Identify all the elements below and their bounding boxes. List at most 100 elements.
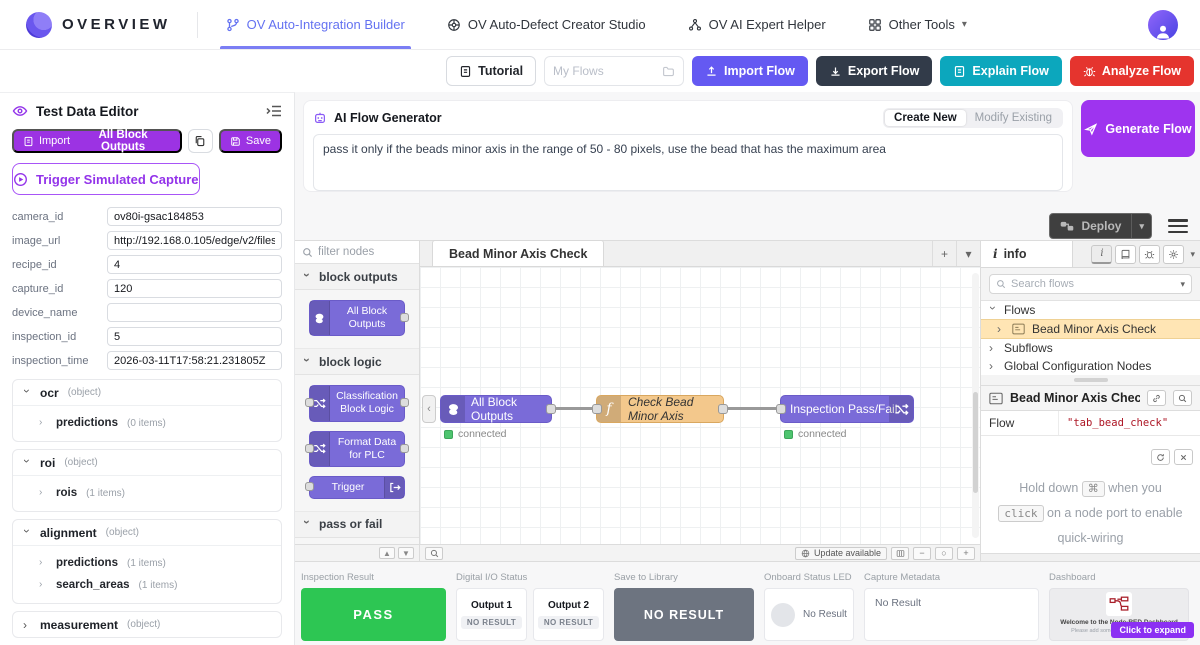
chevron-right-icon: › (23, 619, 31, 631)
copy-button[interactable] (188, 129, 213, 153)
chevron-right-icon: › (997, 323, 1005, 335)
my-flows-select[interactable] (544, 56, 684, 86)
tree-node-flows[interactable]: › Flows (981, 301, 1200, 319)
collapse-panel-icon[interactable] (266, 103, 282, 119)
output-port[interactable] (400, 398, 409, 407)
input-port[interactable] (305, 444, 314, 453)
tree-node-rois[interactable]: › rois (1 items) (13, 482, 281, 504)
image-url-field[interactable] (107, 231, 282, 250)
help-tab-button[interactable] (1115, 245, 1136, 264)
zoom-reset-button[interactable]: ○ (935, 547, 953, 560)
debug-tab-button[interactable] (1139, 245, 1160, 264)
output-port[interactable] (400, 313, 409, 322)
mode-modify-existing[interactable]: Modify Existing (966, 110, 1061, 126)
tutorial-button[interactable]: Tutorial (446, 56, 536, 86)
copy-link-button[interactable] (1147, 390, 1166, 406)
flow-list-caret[interactable]: ▾ (956, 241, 980, 266)
sidebar-tabs-caret[interactable]: ▾ (1190, 249, 1195, 260)
config-tab-button[interactable] (1163, 245, 1184, 264)
brand-name: OVERVIEW (62, 16, 171, 33)
input-port[interactable] (305, 482, 314, 491)
camera-id-field[interactable] (107, 207, 282, 226)
update-available-chip[interactable]: Update available (795, 547, 887, 560)
flow-canvas[interactable]: ‹ All Block Outputs connected f Check (420, 267, 980, 544)
save-button[interactable]: Save (219, 129, 282, 153)
mode-create-new[interactable]: Create New (885, 110, 966, 126)
zoom-out-button[interactable]: − (913, 547, 931, 560)
canvas-node-all-block-outputs[interactable]: All Block Outputs (440, 395, 552, 423)
chevron-right-icon: › (989, 342, 997, 354)
search-in-flow-button[interactable] (1173, 390, 1192, 406)
tab-ai-expert-helper[interactable]: OV AI Expert Helper (688, 0, 826, 49)
output-port[interactable] (400, 444, 409, 453)
inspection-id-field[interactable] (107, 327, 282, 346)
search-flows-box[interactable]: ▾ (989, 274, 1192, 294)
palette-node-format-data-for-plc[interactable]: Format Data for PLC (309, 431, 405, 467)
tab-auto-integration-builder[interactable]: OV Auto-Integration Builder (226, 0, 405, 49)
palette-category-pass-or-fail[interactable]: › pass or fail (295, 512, 419, 538)
flow-tab-bead-minor-axis-check[interactable]: Bead Minor Axis Check (432, 240, 604, 266)
navigator-button[interactable] (891, 547, 909, 560)
output-port[interactable] (718, 404, 728, 414)
tab-info[interactable]: i info (981, 241, 1073, 267)
input-port[interactable] (776, 404, 786, 414)
tree-node-alignment[interactable]: › alignment (object) (13, 520, 281, 545)
explain-flow-button[interactable]: Explain Flow (940, 56, 1061, 86)
deploy-button[interactable]: Deploy ▾ (1049, 213, 1152, 239)
import-block-outputs-button[interactable]: Import All Block Outputs (12, 129, 182, 153)
refresh-tip-button[interactable] (1151, 449, 1170, 465)
add-flow-button[interactable]: + (932, 241, 956, 266)
output-port[interactable] (546, 404, 556, 414)
recipe-id-field[interactable] (107, 255, 282, 274)
info-tab-button[interactable]: i (1091, 245, 1112, 264)
palette-node-classification-block-logic[interactable]: Classification Block Logic (309, 385, 405, 421)
filter-nodes-input[interactable] (318, 246, 398, 258)
tree-node-search-areas[interactable]: › search_areas (1 items) (13, 574, 281, 596)
export-flow-button[interactable]: Export Flow (816, 56, 933, 86)
tree-node-roi[interactable]: › roi (object) (13, 450, 281, 475)
palette-node-trigger[interactable]: Trigger (309, 476, 405, 499)
trigger-simulated-capture-button[interactable]: Trigger Simulated Capture (12, 163, 200, 195)
palette-category-block-logic[interactable]: › block logic (295, 349, 419, 375)
tree-node-ocr-predictions[interactable]: › predictions (0 items) (13, 412, 281, 434)
tree-node-ocr[interactable]: › ocr (object) (13, 380, 281, 405)
main-menu-button[interactable] (1168, 219, 1188, 233)
palette-filter[interactable] (295, 241, 419, 264)
generate-flow-button[interactable]: Generate Flow (1081, 100, 1195, 157)
tree-node-measurement[interactable]: › measurement (object) (13, 612, 281, 637)
search-flows-button[interactable] (425, 547, 443, 560)
document-icon (459, 65, 472, 78)
canvas-node-check-bead-minor-axis[interactable]: f Check Bead Minor Axis (596, 395, 724, 423)
ai-prompt-textarea[interactable]: pass it only if the beads minor axis in … (313, 134, 1063, 191)
dashboard-preview-card[interactable]: Welcome to the Node-RED Dashboard Please… (1049, 588, 1189, 641)
zoom-in-button[interactable]: + (957, 547, 975, 560)
tree-node-global-config[interactable]: › Global Configuration Nodes (981, 357, 1200, 375)
capture-id-field[interactable] (107, 279, 282, 298)
collapse-all-categories-button[interactable]: ▲ (379, 547, 395, 559)
tab-other-tools[interactable]: Other Tools ▾ (868, 0, 967, 49)
analyze-flow-button[interactable]: Analyze Flow (1070, 56, 1194, 86)
device-name-field[interactable] (107, 303, 282, 322)
tab-auto-defect-creator-studio[interactable]: OV Auto-Defect Creator Studio (447, 0, 646, 49)
input-port[interactable] (305, 398, 314, 407)
deploy-options-caret[interactable]: ▾ (1131, 214, 1151, 238)
click-to-expand-button[interactable]: Click to expand (1111, 622, 1194, 638)
import-flow-button[interactable]: Import Flow (692, 56, 808, 86)
panel-collapse-handle[interactable]: ‹ (422, 395, 436, 423)
tree-node-bead-minor-axis-check[interactable]: › Bead Minor Axis Check (981, 319, 1200, 339)
canvas-node-inspection-pass-fail[interactable]: Inspection Pass/Fail (780, 395, 914, 423)
user-avatar[interactable] (1148, 10, 1178, 40)
canvas-vertical-scrollbar[interactable] (972, 273, 979, 538)
tree-node-subflows[interactable]: › Subflows (981, 339, 1200, 357)
search-flows-input[interactable] (1011, 278, 1175, 290)
import-label: Import (39, 135, 70, 147)
expand-all-categories-button[interactable]: ▼ (398, 547, 414, 559)
palette-category-block-outputs[interactable]: › block outputs (295, 264, 419, 290)
palette-node-all-block-outputs[interactable]: All Block Outputs (309, 300, 405, 336)
input-port[interactable] (592, 404, 602, 414)
inspection-time-field[interactable] (107, 351, 282, 370)
close-tip-button[interactable] (1174, 449, 1193, 465)
sidebar-splitter[interactable] (981, 375, 1200, 385)
tree-node-alignment-predictions[interactable]: › predictions (1 items) (13, 552, 281, 574)
my-flows-input[interactable] (553, 64, 656, 78)
